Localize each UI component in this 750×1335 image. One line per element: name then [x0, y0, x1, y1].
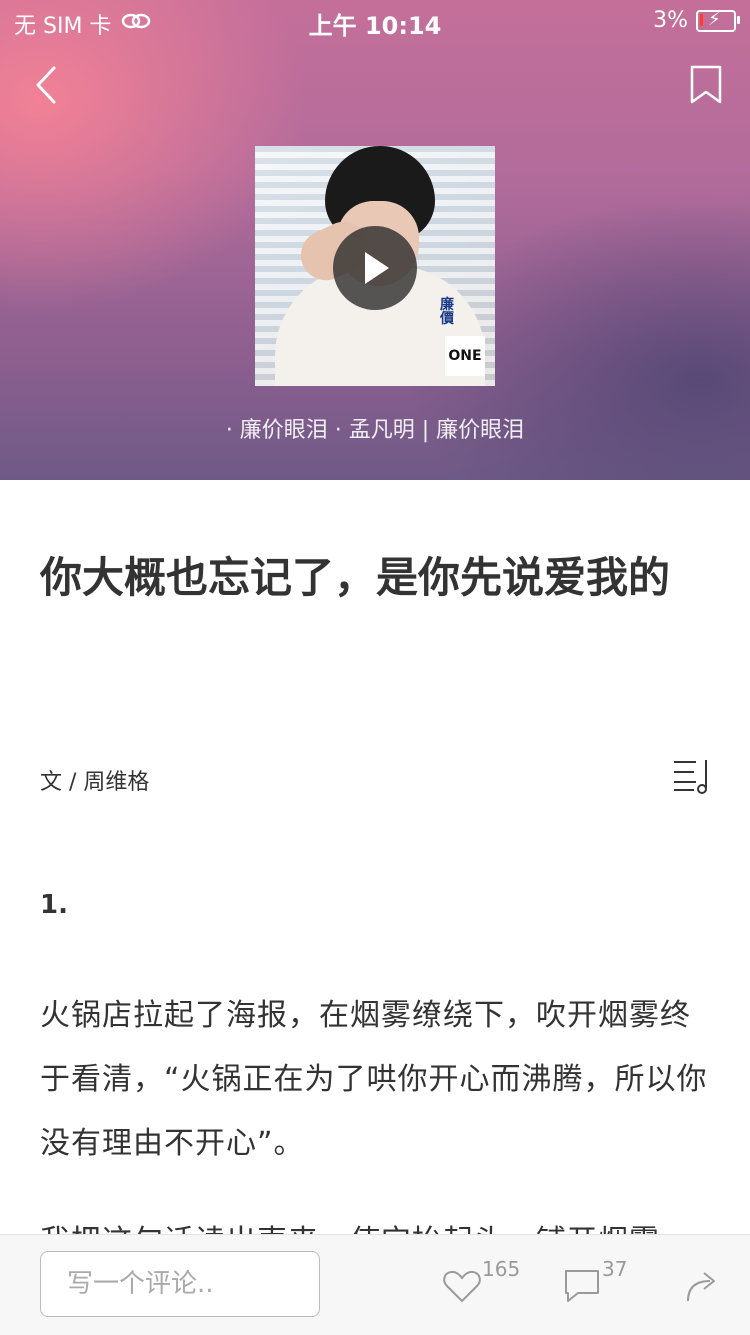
comment-input[interactable]: 写一个评论..	[40, 1251, 320, 1317]
section-number: 1.	[40, 890, 68, 920]
comment-count: 37	[602, 1257, 628, 1281]
article-title: 你大概也忘记了，是你先说爱我的	[40, 553, 671, 602]
author-line: 文 / 周维格	[40, 770, 150, 795]
share-icon[interactable]	[684, 1265, 720, 1305]
song-info[interactable]: · 廉价眼泪 · 孟凡明 | 廉价眼泪	[0, 412, 750, 444]
bottom-bar: 写一个评论.. 165 37	[0, 1234, 750, 1335]
play-button[interactable]	[333, 226, 417, 310]
comment-icon[interactable]	[562, 1265, 604, 1307]
heart-icon[interactable]	[440, 1265, 484, 1309]
status-time: 上午 10:14	[308, 12, 442, 40]
status-bar: 无 SIM 卡 上午 10:14 3% ⚡	[0, 0, 750, 40]
status-right: 3% ⚡	[653, 8, 740, 33]
cover-title: 廉價	[440, 297, 454, 327]
music-header: 无 SIM 卡 上午 10:14 3% ⚡ 廉價 ONE · 廉价眼泪 · 孟凡…	[0, 0, 750, 480]
one-badge: ONE	[445, 336, 485, 376]
bookmark-icon[interactable]	[688, 64, 724, 106]
album-cover: 廉價 ONE	[255, 146, 495, 386]
battery-percent: 3%	[653, 8, 688, 33]
like-count: 165	[482, 1257, 521, 1281]
article-paragraph: 火锅店拉起了海报，在烟雾缭绕下，吹开烟雾终于看清，“火锅正在为了哄你开心而沸腾，…	[40, 998, 708, 1161]
battery-icon: ⚡	[696, 9, 740, 32]
back-icon[interactable]	[30, 60, 70, 110]
playlist-icon[interactable]	[672, 758, 710, 794]
play-icon	[365, 252, 389, 284]
